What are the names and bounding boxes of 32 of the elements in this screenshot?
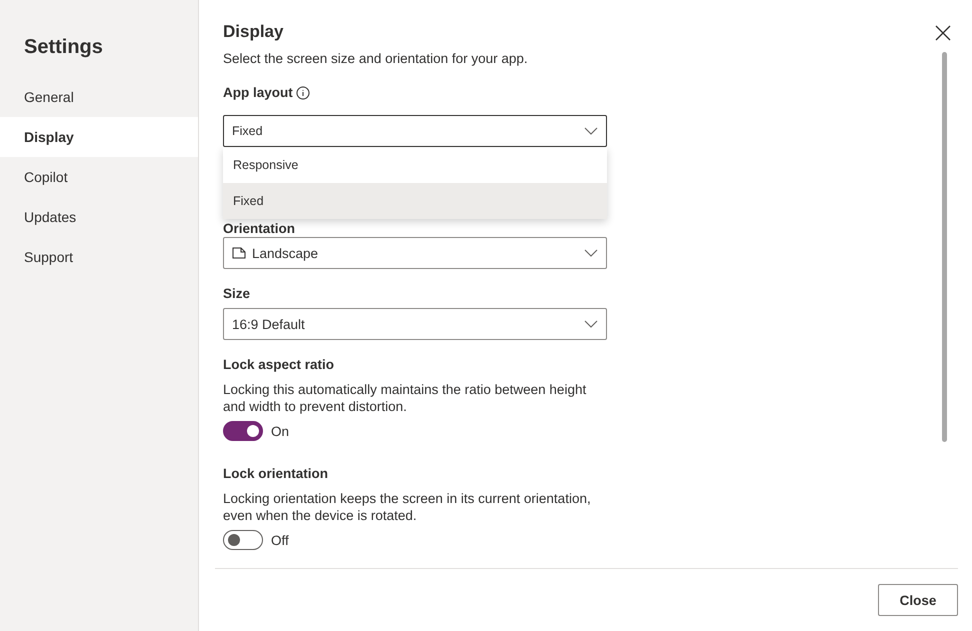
sidebar-title: Settings [23,36,104,59]
sidebar-item[interactable]: Updates [0,197,198,237]
chevron-icon [584,127,598,135]
field-label: App layout [223,85,293,100]
field-label: Size [223,286,250,301]
panel-description: Select the screen size and orientation for your app. [223,50,529,67]
dropdown-option[interactable]: Responsive [223,147,607,183]
chevron-icon [584,320,598,328]
toggle-state: Off [271,532,289,548]
toggle-switch[interactable] [223,530,263,550]
setting-title: Lock orientation [223,466,328,481]
panel-title: Display [223,22,284,42]
close-button[interactable]: Close [878,584,958,616]
sidebar-item[interactable]: Display [0,117,198,157]
sidebar-item[interactable]: Support [0,237,198,277]
sidebar-item[interactable]: General [0,77,198,117]
toggle-switch[interactable] [223,421,263,441]
field-label: Orientation [223,221,296,236]
setting-description: Locking this automatically maintains the ratio between height and width to prevent distortion. [223,381,588,415]
toggle-state: On [271,424,290,438]
sidebar-item[interactable]: Copilot [0,157,198,197]
chevron-icon [584,249,598,257]
size-dropdown[interactable]: 16:9 Default [223,308,607,340]
app-layout-dropdown[interactable]: Fixed [223,115,607,147]
orientation-dropdown[interactable]: Landscape [223,237,607,269]
close-icon[interactable] [935,25,951,41]
page-icon [232,247,246,259]
setting-description: Locking orientation keeps the screen in its current orientation, even when the device is rotated. [223,490,592,524]
scrollbar[interactable] [942,52,947,442]
dropdown-option[interactable]: Fixed [223,183,607,219]
info-icon[interactable] [296,86,310,100]
setting-title: Lock aspect ratio [223,357,334,372]
